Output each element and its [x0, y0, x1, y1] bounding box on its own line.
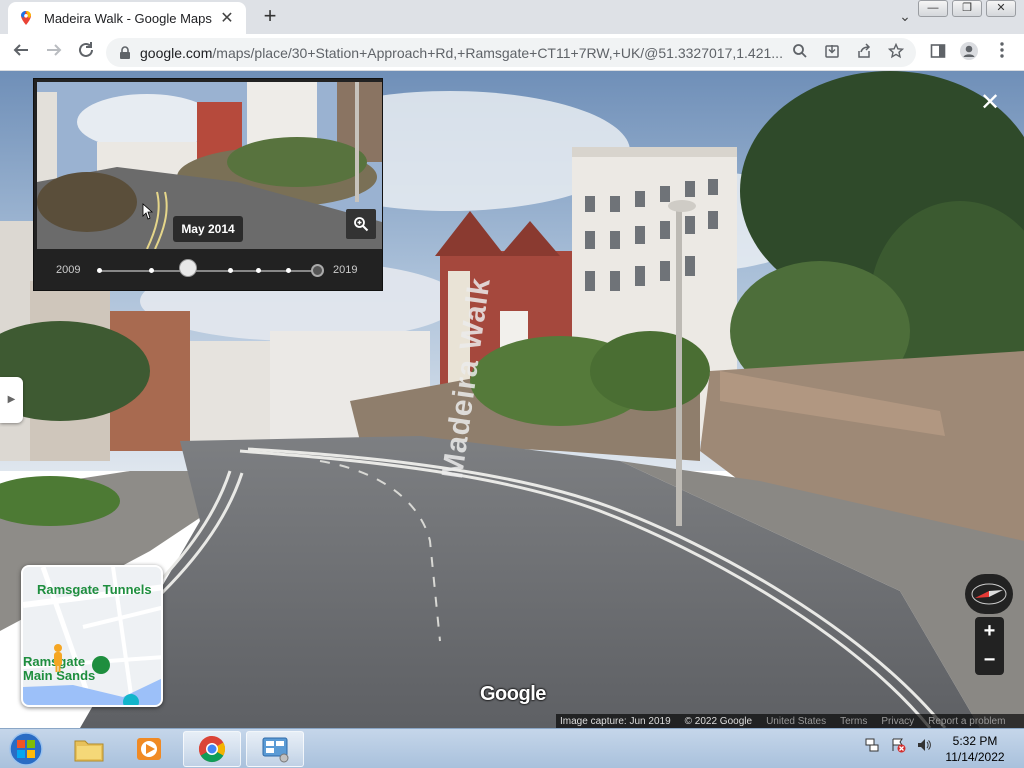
map-label-tunnels: Ramsgate Tunnels	[37, 582, 152, 597]
clock[interactable]: 5:32 PM 11/14/2022	[935, 733, 1015, 765]
tab-search-chevron-icon[interactable]: ⌄	[895, 6, 915, 26]
attribution-footer: Image capture: Jun 2019 © 2022 Google Un…	[556, 714, 1024, 728]
time-travel-panel: May 2014 2009 2019	[33, 78, 383, 291]
restore-button[interactable]: ❐	[952, 0, 982, 17]
slider-end-year: 2019	[333, 264, 358, 276]
slider-current-marker[interactable]	[311, 264, 324, 277]
privacy-link[interactable]: Privacy	[881, 716, 914, 727]
clock-time: 5:32 PM	[952, 734, 998, 748]
lock-icon	[120, 45, 130, 59]
country-link[interactable]: United States	[766, 716, 826, 727]
expand-side-panel-button[interactable]: ▶	[0, 377, 23, 423]
copyright: © 2022 Google	[684, 715, 753, 727]
time-slider-thumb[interactable]	[179, 259, 197, 277]
folder-icon	[74, 740, 104, 762]
minimap[interactable]: Ramsgate Tunnels Ramsgate Main Sands	[21, 565, 163, 707]
omnibox-actions	[790, 42, 916, 63]
zoom-out-button[interactable]: −	[975, 646, 1004, 675]
back-arrow-icon[interactable]	[9, 41, 33, 65]
date-tooltip: May 2014	[173, 216, 243, 242]
action-center-icon[interactable]	[890, 737, 906, 753]
report-problem-link[interactable]: Report a problem	[928, 716, 1005, 727]
install-app-icon[interactable]	[822, 43, 842, 63]
url-host: google.com	[140, 44, 213, 61]
url-text: google.com/maps/place/30+Station+Approac…	[140, 45, 790, 61]
google-maps-icon	[21, 11, 31, 25]
share-icon[interactable]	[854, 42, 874, 63]
image-capture-date: Image capture: Jun 2019	[560, 715, 671, 727]
menu-kebab-icon[interactable]	[990, 41, 1014, 65]
network-icon[interactable]	[864, 737, 880, 753]
address-bar[interactable]: google.com/maps/place/30+Station+Approac…	[106, 38, 916, 67]
side-panel-icon[interactable]	[926, 41, 950, 65]
street-view-panorama[interactable]: Madeira Walk ✕ May 2014 2009 2019 ▶ Rams…	[0, 71, 1024, 728]
taskbar-control-panel[interactable]	[246, 731, 304, 767]
forward-arrow-icon[interactable]	[42, 41, 66, 65]
tab-close-icon[interactable]: ✕	[218, 8, 236, 28]
media-player-icon	[137, 738, 161, 760]
profile-avatar-icon[interactable]	[957, 41, 981, 65]
slider-tick[interactable]	[228, 268, 233, 273]
url-path: /maps/place/30+Station+Approach+Rd,+Rams…	[212, 44, 783, 61]
clock-date: 11/14/2022	[945, 750, 1005, 764]
slider-tick[interactable]	[97, 268, 102, 273]
zoom-in-button[interactable]: +	[975, 617, 1004, 646]
zoom-preview-button[interactable]	[346, 209, 376, 239]
taskbar-explorer[interactable]	[60, 731, 118, 767]
system-tray	[864, 737, 932, 753]
magnify-icon	[354, 217, 369, 232]
slider-tick[interactable]	[256, 268, 261, 273]
zoom-controls: + −	[975, 617, 1004, 675]
window-controls: — ❐ ✕	[918, 0, 1016, 17]
taskbar-chrome[interactable]	[183, 731, 241, 767]
time-slider-track[interactable]	[99, 270, 317, 272]
tab-google-maps[interactable]: Madeira Walk - Google Maps ✕	[8, 2, 246, 34]
start-button[interactable]	[4, 730, 48, 768]
search-icon[interactable]	[790, 43, 810, 63]
pegman-icon[interactable]	[52, 643, 64, 673]
slider-tick[interactable]	[149, 268, 154, 273]
minimize-button[interactable]: —	[918, 0, 948, 17]
slider-tick[interactable]	[286, 268, 291, 273]
slider-start-year: 2009	[56, 264, 81, 276]
chrome-icon	[198, 735, 226, 763]
google-logo: Google	[480, 683, 546, 705]
tab-title: Madeira Walk - Google Maps	[44, 10, 212, 26]
screen: Madeira Walk - Google Maps ✕ + ⌄ — ❐ ✕ g…	[0, 0, 1024, 768]
taskbar-media-player[interactable]	[120, 731, 178, 767]
reload-icon[interactable]	[74, 41, 98, 65]
volume-icon[interactable]	[916, 737, 932, 753]
browser-toolbar: google.com/maps/place/30+Station+Approac…	[0, 34, 1024, 71]
new-tab-button[interactable]: +	[258, 5, 282, 29]
control-panel-icon	[262, 737, 289, 763]
close-street-view-icon[interactable]: ✕	[978, 91, 1002, 115]
compass-button[interactable]	[965, 574, 1013, 614]
close-window-button[interactable]: ✕	[986, 0, 1016, 17]
compass-icon	[971, 583, 1007, 605]
terms-link[interactable]: Terms	[840, 716, 867, 727]
taskbar: 5:32 PM 11/14/2022	[0, 728, 1024, 768]
tab-strip: Madeira Walk - Google Maps ✕ + ⌄ — ❐ ✕	[0, 0, 1024, 34]
bookmark-star-icon[interactable]	[886, 42, 906, 63]
